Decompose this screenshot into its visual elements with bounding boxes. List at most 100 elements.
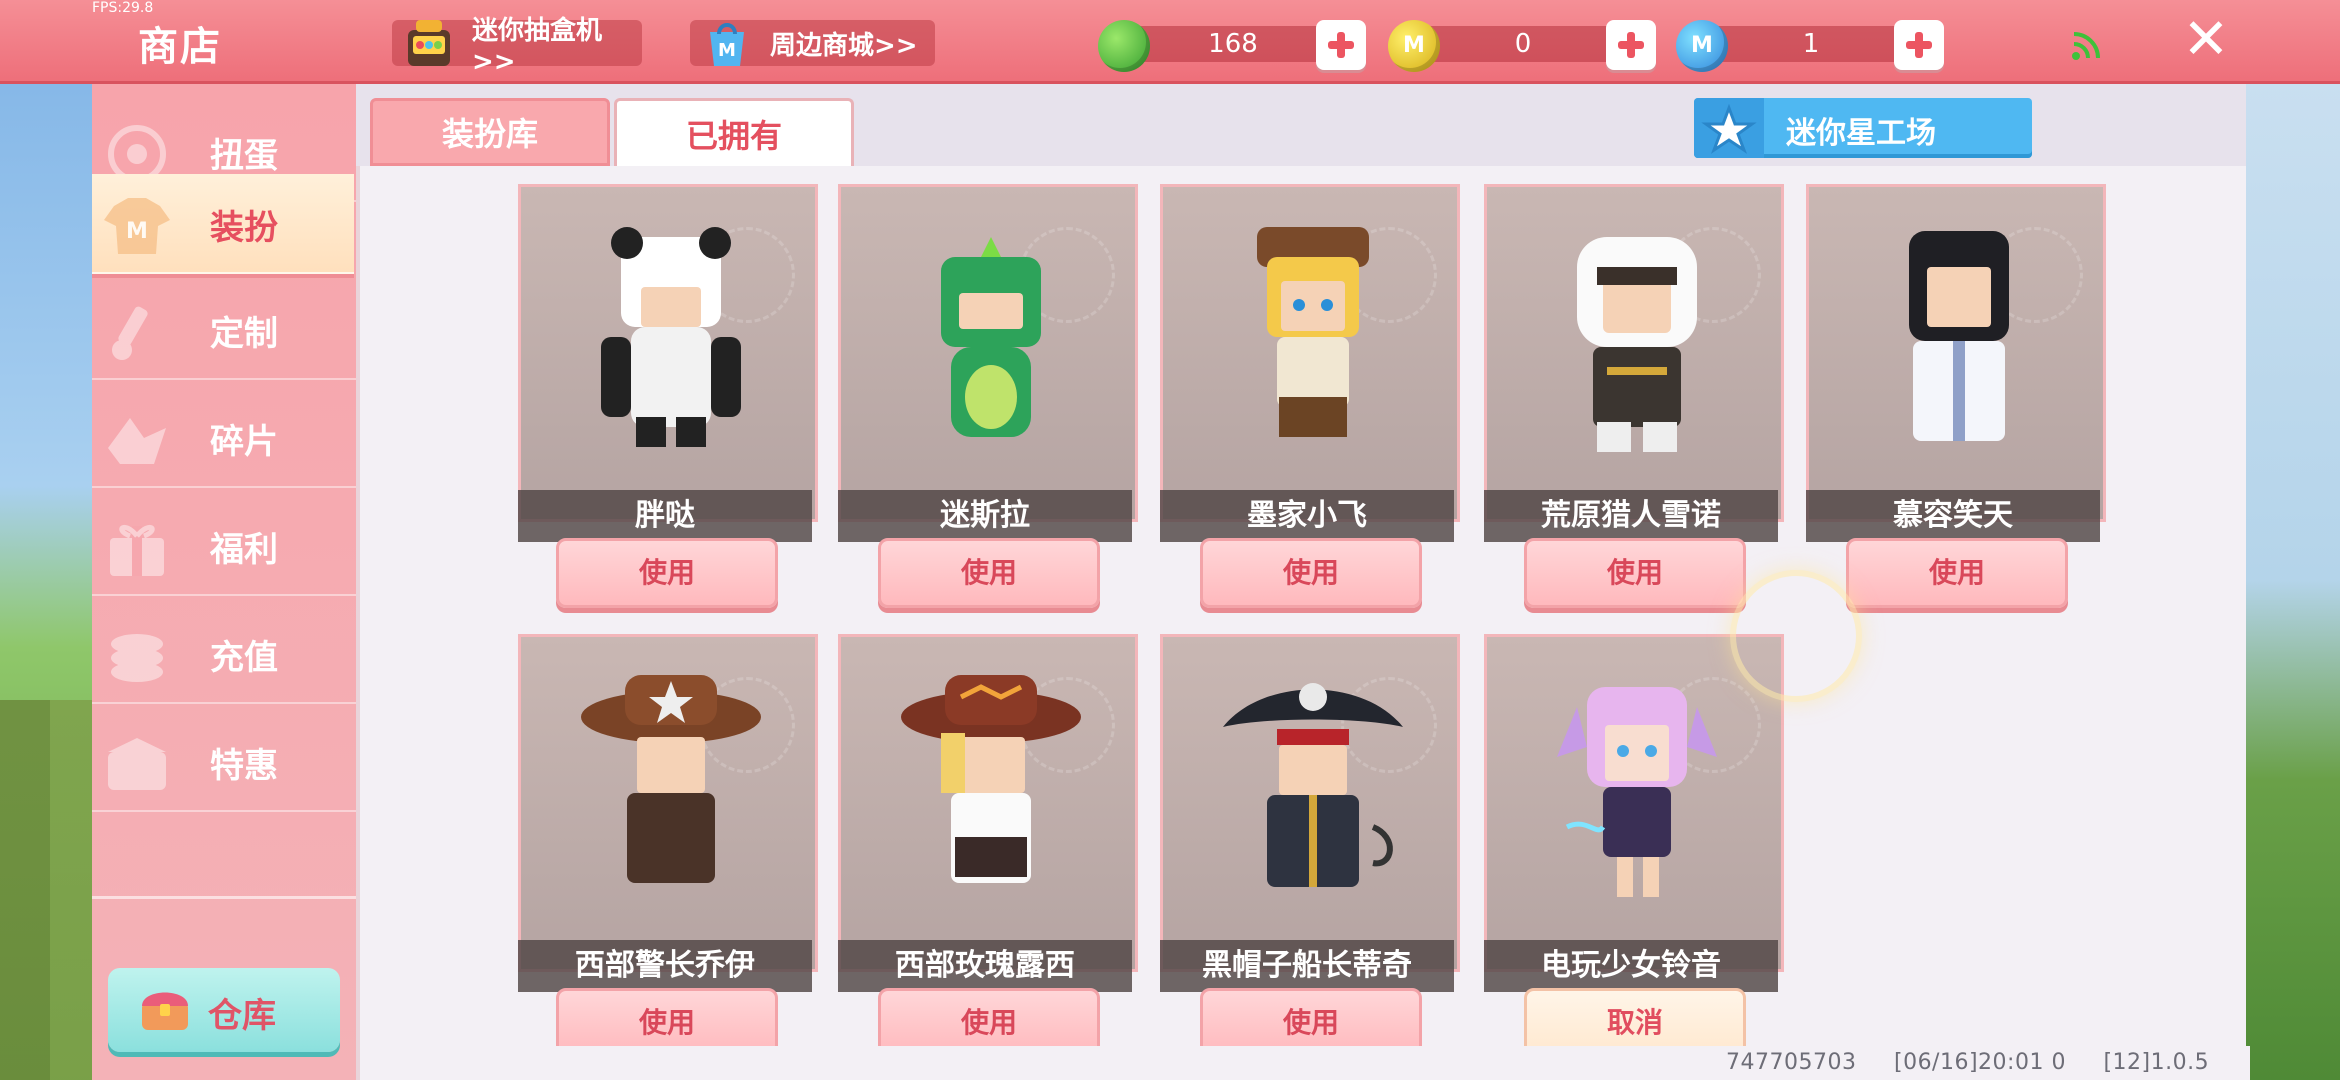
sidebar-item-custom[interactable]: 定制 — [92, 280, 356, 380]
outfit-preview — [838, 184, 1138, 522]
swordsman-character-icon — [1909, 231, 2009, 441]
outfit-preview — [1160, 184, 1460, 522]
outfit-name: 慕容笑天 — [1806, 490, 2100, 542]
shopping-bag-icon: M — [710, 23, 744, 66]
outfit-card[interactable]: 电玩少女铃音 — [1484, 634, 1784, 992]
add-currency-button[interactable] — [1316, 20, 1366, 70]
sheriff-character-icon — [581, 675, 761, 883]
treasure-chest-icon — [142, 992, 188, 1030]
sidebar-item-fragments[interactable]: 碎片 — [92, 388, 356, 488]
outfit-name: 迷斯拉 — [838, 490, 1132, 542]
outfit-card[interactable]: 墨家小飞 — [1160, 184, 1460, 542]
use-outfit-button[interactable]: 使用 — [1200, 538, 1422, 608]
outfit-name: 西部警长乔伊 — [518, 940, 812, 992]
sidebar-item-label: 碎片 — [210, 422, 278, 462]
sidebar-divider — [92, 896, 356, 899]
tab-wardrobe[interactable]: 装扮库 — [370, 98, 610, 166]
outfit-preview — [518, 634, 818, 972]
background-scenery-right — [2240, 80, 2340, 1080]
outfit-card[interactable]: 迷斯拉 — [838, 184, 1138, 542]
footer-info: 747705703 [06/16]20:01 0 [12]1.0.5 — [1726, 1050, 2239, 1075]
timestamp: [06/16]20:01 0 — [1893, 1050, 2066, 1075]
sidebar: 扭蛋 M 装扮 定制 碎片 福利 充值 特惠 仓库 — [92, 84, 356, 1080]
warehouse-button[interactable]: 仓库 — [108, 968, 340, 1052]
mini-star-workshop-button[interactable]: 迷你星工场 — [1694, 98, 2032, 158]
outfit-preview — [1806, 184, 2106, 522]
use-outfit-button[interactable]: 使用 — [1524, 538, 1746, 608]
outfit-name: 西部玫瑰露西 — [838, 940, 1132, 992]
currency-value: 1 — [1706, 26, 1916, 62]
discount-box-icon — [108, 738, 166, 790]
sidebar-item-label: 装扮 — [210, 208, 278, 248]
currency-value: 168 — [1128, 26, 1338, 62]
version: [12]1.0.5 — [2103, 1050, 2210, 1075]
gacha-machine-link-label: 迷你抽盒机>> — [472, 15, 603, 77]
add-currency-button[interactable] — [1894, 20, 1944, 70]
outfit-card[interactable]: 西部警长乔伊 — [518, 634, 818, 992]
star-icon — [1694, 98, 1764, 158]
currency-mini-points: 1 M — [1676, 20, 1946, 72]
user-id: 747705703 — [1726, 1050, 1857, 1075]
brush-icon — [112, 306, 148, 360]
pirate-captain-character-icon — [1223, 683, 1403, 887]
sidebar-item-welfare[interactable]: 福利 — [92, 496, 356, 596]
hunter-character-icon — [1577, 237, 1697, 452]
merch-mall-link-label: 周边商城>> — [770, 30, 918, 61]
panda-character-icon — [601, 227, 741, 447]
outfit-name: 墨家小飞 — [1160, 490, 1454, 542]
sidebar-item-label: 福利 — [210, 530, 278, 570]
outfit-card[interactable]: 胖哒 — [518, 184, 818, 542]
currency-mini-coins: 0 M — [1388, 20, 1658, 72]
warehouse-label: 仓库 — [208, 996, 276, 1036]
tshirt-icon: M — [104, 198, 170, 254]
sidebar-item-deals[interactable]: 特惠 — [92, 712, 356, 812]
add-currency-button[interactable] — [1606, 20, 1656, 70]
dinosaur-character-icon — [941, 237, 1041, 437]
outfit-preview — [518, 184, 818, 522]
gamer-girl-character-icon — [1557, 687, 1717, 897]
use-outfit-button[interactable]: 使用 — [556, 538, 778, 608]
currency-mini-beans: 168 — [1098, 20, 1368, 72]
sidebar-item-label: 充值 — [210, 638, 278, 678]
pilot-character-icon — [1257, 227, 1369, 437]
fragment-icon — [108, 418, 166, 464]
close-icon[interactable]: ✕ — [2178, 10, 2234, 70]
outfit-card[interactable]: 黑帽子船长蒂奇 — [1160, 634, 1460, 992]
signal-icon — [2072, 32, 2100, 60]
sidebar-item-label: 特惠 — [210, 746, 278, 786]
outfit-preview — [1160, 634, 1460, 972]
gacha-machine-icon — [408, 20, 450, 66]
outfit-name: 电玩少女铃音 — [1484, 940, 1778, 992]
gacha-machine-link[interactable]: 迷你抽盒机>> — [392, 16, 642, 77]
outfit-preview — [1484, 184, 1784, 522]
owned-outfits-panel: 胖哒 使用 迷斯拉 使用 墨家小飞 使用 荒原猎人雪诺 使用 慕容笑天 使用 西… — [356, 166, 2250, 1080]
outfit-name: 黑帽子船长蒂奇 — [1160, 940, 1454, 992]
coin-stack-icon — [111, 634, 163, 682]
green-gem-icon — [1098, 20, 1150, 72]
use-outfit-button[interactable]: 使用 — [1846, 538, 2068, 608]
blue-coin-icon: M — [1676, 20, 1728, 72]
background-scenery-left — [0, 700, 100, 1080]
tab-owned[interactable]: 已拥有 — [614, 98, 854, 166]
outfit-card[interactable]: 荒原猎人雪诺 — [1484, 184, 1784, 542]
svg-text:M: M — [718, 40, 736, 61]
merch-mall-link[interactable]: M 周边商城>> — [690, 20, 935, 66]
outfit-preview — [838, 634, 1138, 972]
cowgirl-character-icon — [901, 675, 1081, 883]
outfit-name: 荒原猎人雪诺 — [1484, 490, 1778, 542]
sidebar-item-label: 扭蛋 — [210, 136, 278, 176]
gift-icon — [110, 524, 164, 576]
sidebar-item-outfit[interactable]: M 装扮 — [92, 174, 354, 274]
svg-text:M: M — [126, 219, 148, 244]
sidebar-item-label: 定制 — [210, 314, 278, 354]
outfit-preview — [1484, 634, 1784, 972]
use-outfit-button[interactable]: 使用 — [878, 538, 1100, 608]
currency-value: 0 — [1418, 26, 1628, 62]
workshop-label: 迷你星工场 — [1786, 116, 1936, 151]
outfit-card[interactable]: 慕容笑天 — [1806, 184, 2106, 542]
outfit-card[interactable]: 西部玫瑰露西 — [838, 634, 1138, 992]
top-bar: FPS:29.8 商店 迷你抽盒机>> M 周边商城>> 168 0 M 1 M — [0, 0, 2340, 84]
outfit-name: 胖哒 — [518, 490, 812, 542]
sidebar-item-recharge[interactable]: 充值 — [92, 604, 356, 704]
gold-coin-icon: M — [1388, 20, 1440, 72]
